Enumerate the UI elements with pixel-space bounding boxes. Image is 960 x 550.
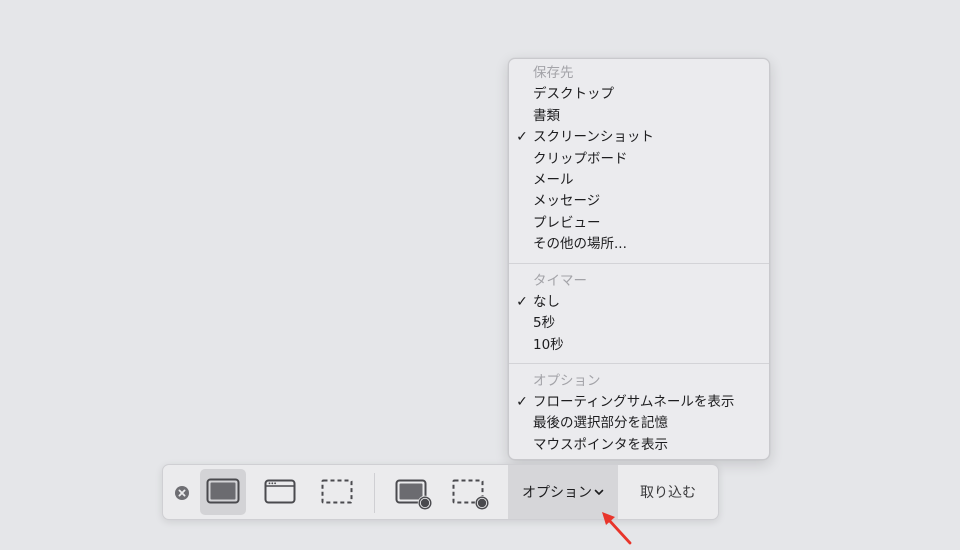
checkmark-icon: ✓ bbox=[516, 394, 528, 410]
close-circle-icon[interactable] bbox=[175, 485, 189, 500]
menu-item-label: なし bbox=[533, 294, 560, 310]
capture-selection-icon bbox=[321, 479, 353, 504]
menu-item-preview[interactable]: プレビュー bbox=[509, 213, 769, 234]
menu-item-label: プレビュー bbox=[533, 215, 601, 231]
menu-section-header-timer: タイマー bbox=[533, 273, 587, 289]
menu-item-label: メッセージ bbox=[533, 193, 601, 209]
menu-item-label: スクリーンショット bbox=[533, 129, 654, 145]
capture-window-button[interactable] bbox=[257, 469, 303, 515]
record-entire-screen-icon bbox=[395, 479, 433, 511]
menu-item-label: その他の場所... bbox=[533, 236, 627, 252]
red-arrow-icon bbox=[602, 512, 632, 545]
toolbar-divider bbox=[374, 473, 375, 513]
menu-item-screenshots[interactable]: ✓ スクリーンショット bbox=[509, 127, 769, 148]
menu-section-header-options: オプション bbox=[533, 373, 601, 389]
record-entire-screen-button[interactable] bbox=[389, 469, 435, 515]
record-selection-icon bbox=[452, 479, 490, 511]
menu-item-label: 5秒 bbox=[533, 315, 556, 331]
menu-item-show-mouse-pointer[interactable]: マウスポインタを表示 bbox=[509, 435, 769, 456]
menu-item-show-floating-thumbnail[interactable]: ✓ フローティングサムネールを表示 bbox=[509, 392, 769, 413]
capture-button-label: 取り込む bbox=[640, 485, 696, 501]
capture-entire-screen-button[interactable] bbox=[200, 469, 246, 515]
menu-separator bbox=[509, 263, 769, 264]
menu-item-timer-10s[interactable]: 10秒 bbox=[509, 335, 769, 356]
menu-item-documents[interactable]: 書類 bbox=[509, 106, 769, 127]
menu-item-label: 書類 bbox=[533, 108, 560, 124]
menu-item-label: 最後の選択部分を記憶 bbox=[533, 415, 668, 431]
menu-item-mail[interactable]: メール bbox=[509, 170, 769, 191]
capture-selection-button[interactable] bbox=[314, 469, 360, 515]
menu-item-label: メール bbox=[533, 172, 574, 188]
menu-item-label: フローティングサムネールを表示 bbox=[533, 394, 735, 410]
menu-separator bbox=[509, 363, 769, 364]
options-menu: 保存先 デスクトップ 書類 ✓ スクリーンショット クリップボード メール メッ… bbox=[508, 58, 770, 460]
checkmark-icon: ✓ bbox=[516, 294, 528, 310]
menu-item-desktop[interactable]: デスクトップ bbox=[509, 84, 769, 105]
capture-entire-screen-icon bbox=[206, 478, 240, 504]
menu-item-timer-none[interactable]: ✓ なし bbox=[509, 292, 769, 313]
menu-item-clipboard[interactable]: クリップボード bbox=[509, 149, 769, 170]
menu-item-label: 10秒 bbox=[533, 337, 564, 353]
menu-item-timer-5s[interactable]: 5秒 bbox=[509, 313, 769, 334]
menu-section-header-save-location: 保存先 bbox=[533, 65, 574, 81]
menu-item-remember-last-selection[interactable]: 最後の選択部分を記憶 bbox=[509, 413, 769, 434]
record-selection-button[interactable] bbox=[446, 469, 492, 515]
menu-item-other-location[interactable]: その他の場所... bbox=[509, 234, 769, 255]
menu-item-messages[interactable]: メッセージ bbox=[509, 191, 769, 212]
capture-window-icon bbox=[264, 479, 296, 504]
checkmark-icon: ✓ bbox=[516, 129, 528, 145]
menu-item-label: クリップボード bbox=[533, 151, 628, 167]
menu-item-label: デスクトップ bbox=[533, 86, 614, 102]
options-button-label: オプション bbox=[522, 485, 592, 501]
menu-item-label: マウスポインタを表示 bbox=[533, 437, 668, 453]
chevron-down-icon bbox=[594, 489, 604, 495]
